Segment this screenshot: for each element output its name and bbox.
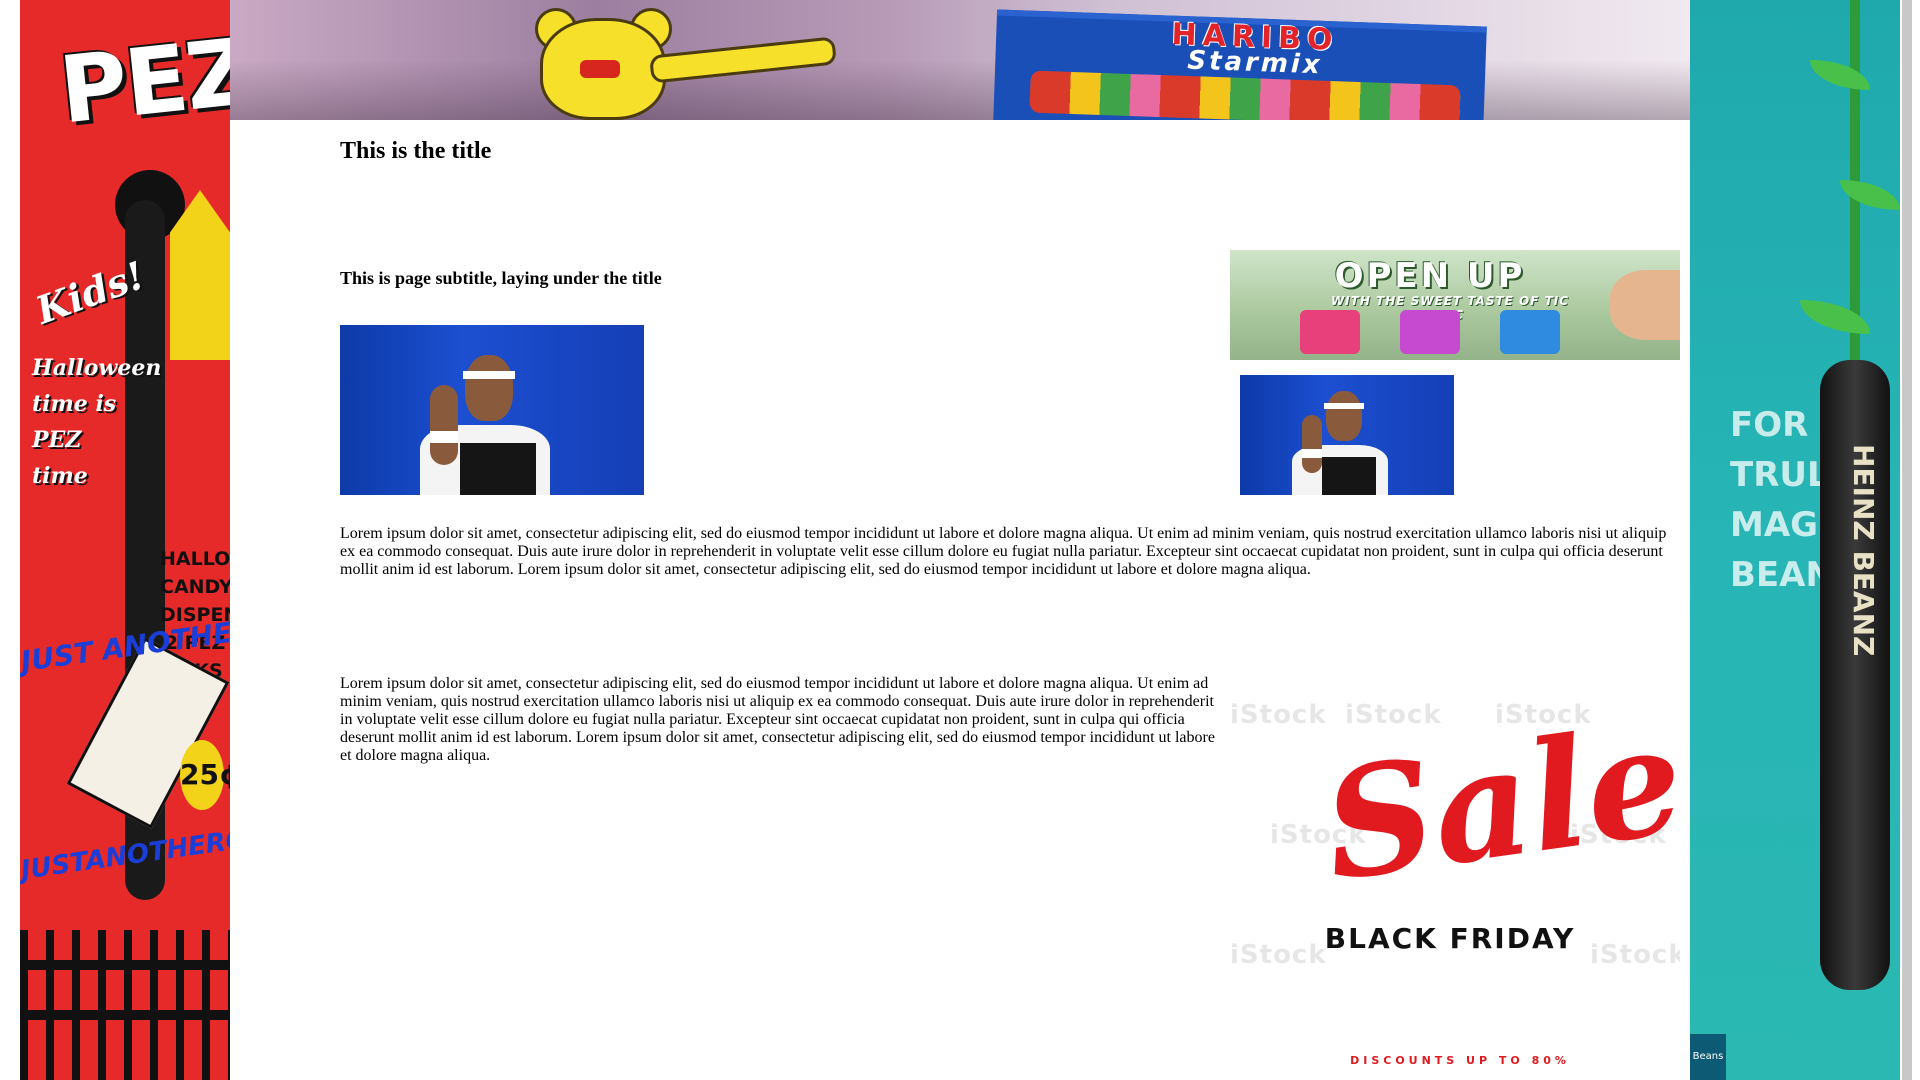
page-subtitle: This is page subtitle, laying under the … — [340, 268, 662, 288]
leaf-graphic — [1810, 60, 1870, 90]
wristband-graphic — [430, 431, 458, 443]
watermark-text: iStock — [1230, 700, 1327, 730]
leaf-graphic — [1840, 180, 1900, 210]
price-badge: 25¢ — [180, 740, 230, 810]
tictac-box-graphic — [1400, 310, 1460, 354]
tennis-player-photo-large — [340, 325, 644, 495]
player-head-graphic — [465, 355, 513, 421]
bear-bow-graphic — [580, 60, 620, 78]
page-scrollbar[interactable] — [1902, 0, 1912, 1080]
halloween-text: Halloween time is PEZ time — [32, 355, 162, 489]
headband-graphic — [1324, 403, 1364, 409]
tictac-box-graphic — [1300, 310, 1360, 354]
bean-can-label: HEINZ BEANZ — [1847, 443, 1880, 657]
player-arm-graphic — [1302, 415, 1322, 473]
watermark-text: iStock — [1230, 940, 1327, 970]
right-banner-ad[interactable]: FOR TRULY MAGIC BEANS HEINZ BEANZ Beans … — [1690, 0, 1900, 1080]
hand-graphic — [1610, 270, 1680, 340]
fence-rail-graphic — [20, 960, 230, 970]
studio-logo: Beans Studio — [1690, 1034, 1726, 1080]
top-banner-ad[interactable]: HARIBO Starmix — [230, 0, 1690, 120]
tictac-box-graphic — [1500, 310, 1560, 354]
tictac-ad[interactable]: OPEN UP WITH THE SWEET TASTE OF TIC TAC — [1230, 250, 1680, 360]
left-banner-ad[interactable]: PEZ Kids! Halloween time is PEZ time HAL… — [20, 0, 230, 1080]
player-arm-graphic — [430, 385, 458, 465]
body-paragraph-1: Lorem ipsum dolor sit amet, consectetur … — [340, 525, 1667, 578]
black-friday-sale-ad[interactable]: iStock iStock iStock iStock iStock iStoc… — [1230, 670, 1680, 1080]
shirt-panel-graphic — [460, 443, 536, 495]
watermark-text: iStock — [1590, 940, 1680, 970]
black-friday-label: BLACK FRIDAY — [1324, 922, 1576, 955]
pez-logo: PEZ — [54, 18, 230, 145]
fence-graphic — [20, 930, 230, 1080]
player-head-graphic — [1326, 391, 1362, 441]
discount-label: DISCOUNTS UP TO 80% — [1350, 1054, 1570, 1067]
wristband-graphic — [1302, 449, 1322, 458]
shirt-panel-graphic — [1322, 457, 1376, 495]
tennis-player-photo-small — [1240, 375, 1454, 495]
headband-graphic — [463, 371, 515, 379]
sale-headline: Sale — [1314, 691, 1680, 916]
page-title: This is the title — [340, 138, 492, 164]
body-paragraph-2: Lorem ipsum dolor sit amet, consectetur … — [340, 675, 1215, 764]
beans-tagline: FOR TRULY MAGIC BEANS — [1730, 405, 1859, 595]
tictac-headline: OPEN UP — [1334, 256, 1526, 296]
fence-rail-graphic — [20, 1010, 230, 1020]
